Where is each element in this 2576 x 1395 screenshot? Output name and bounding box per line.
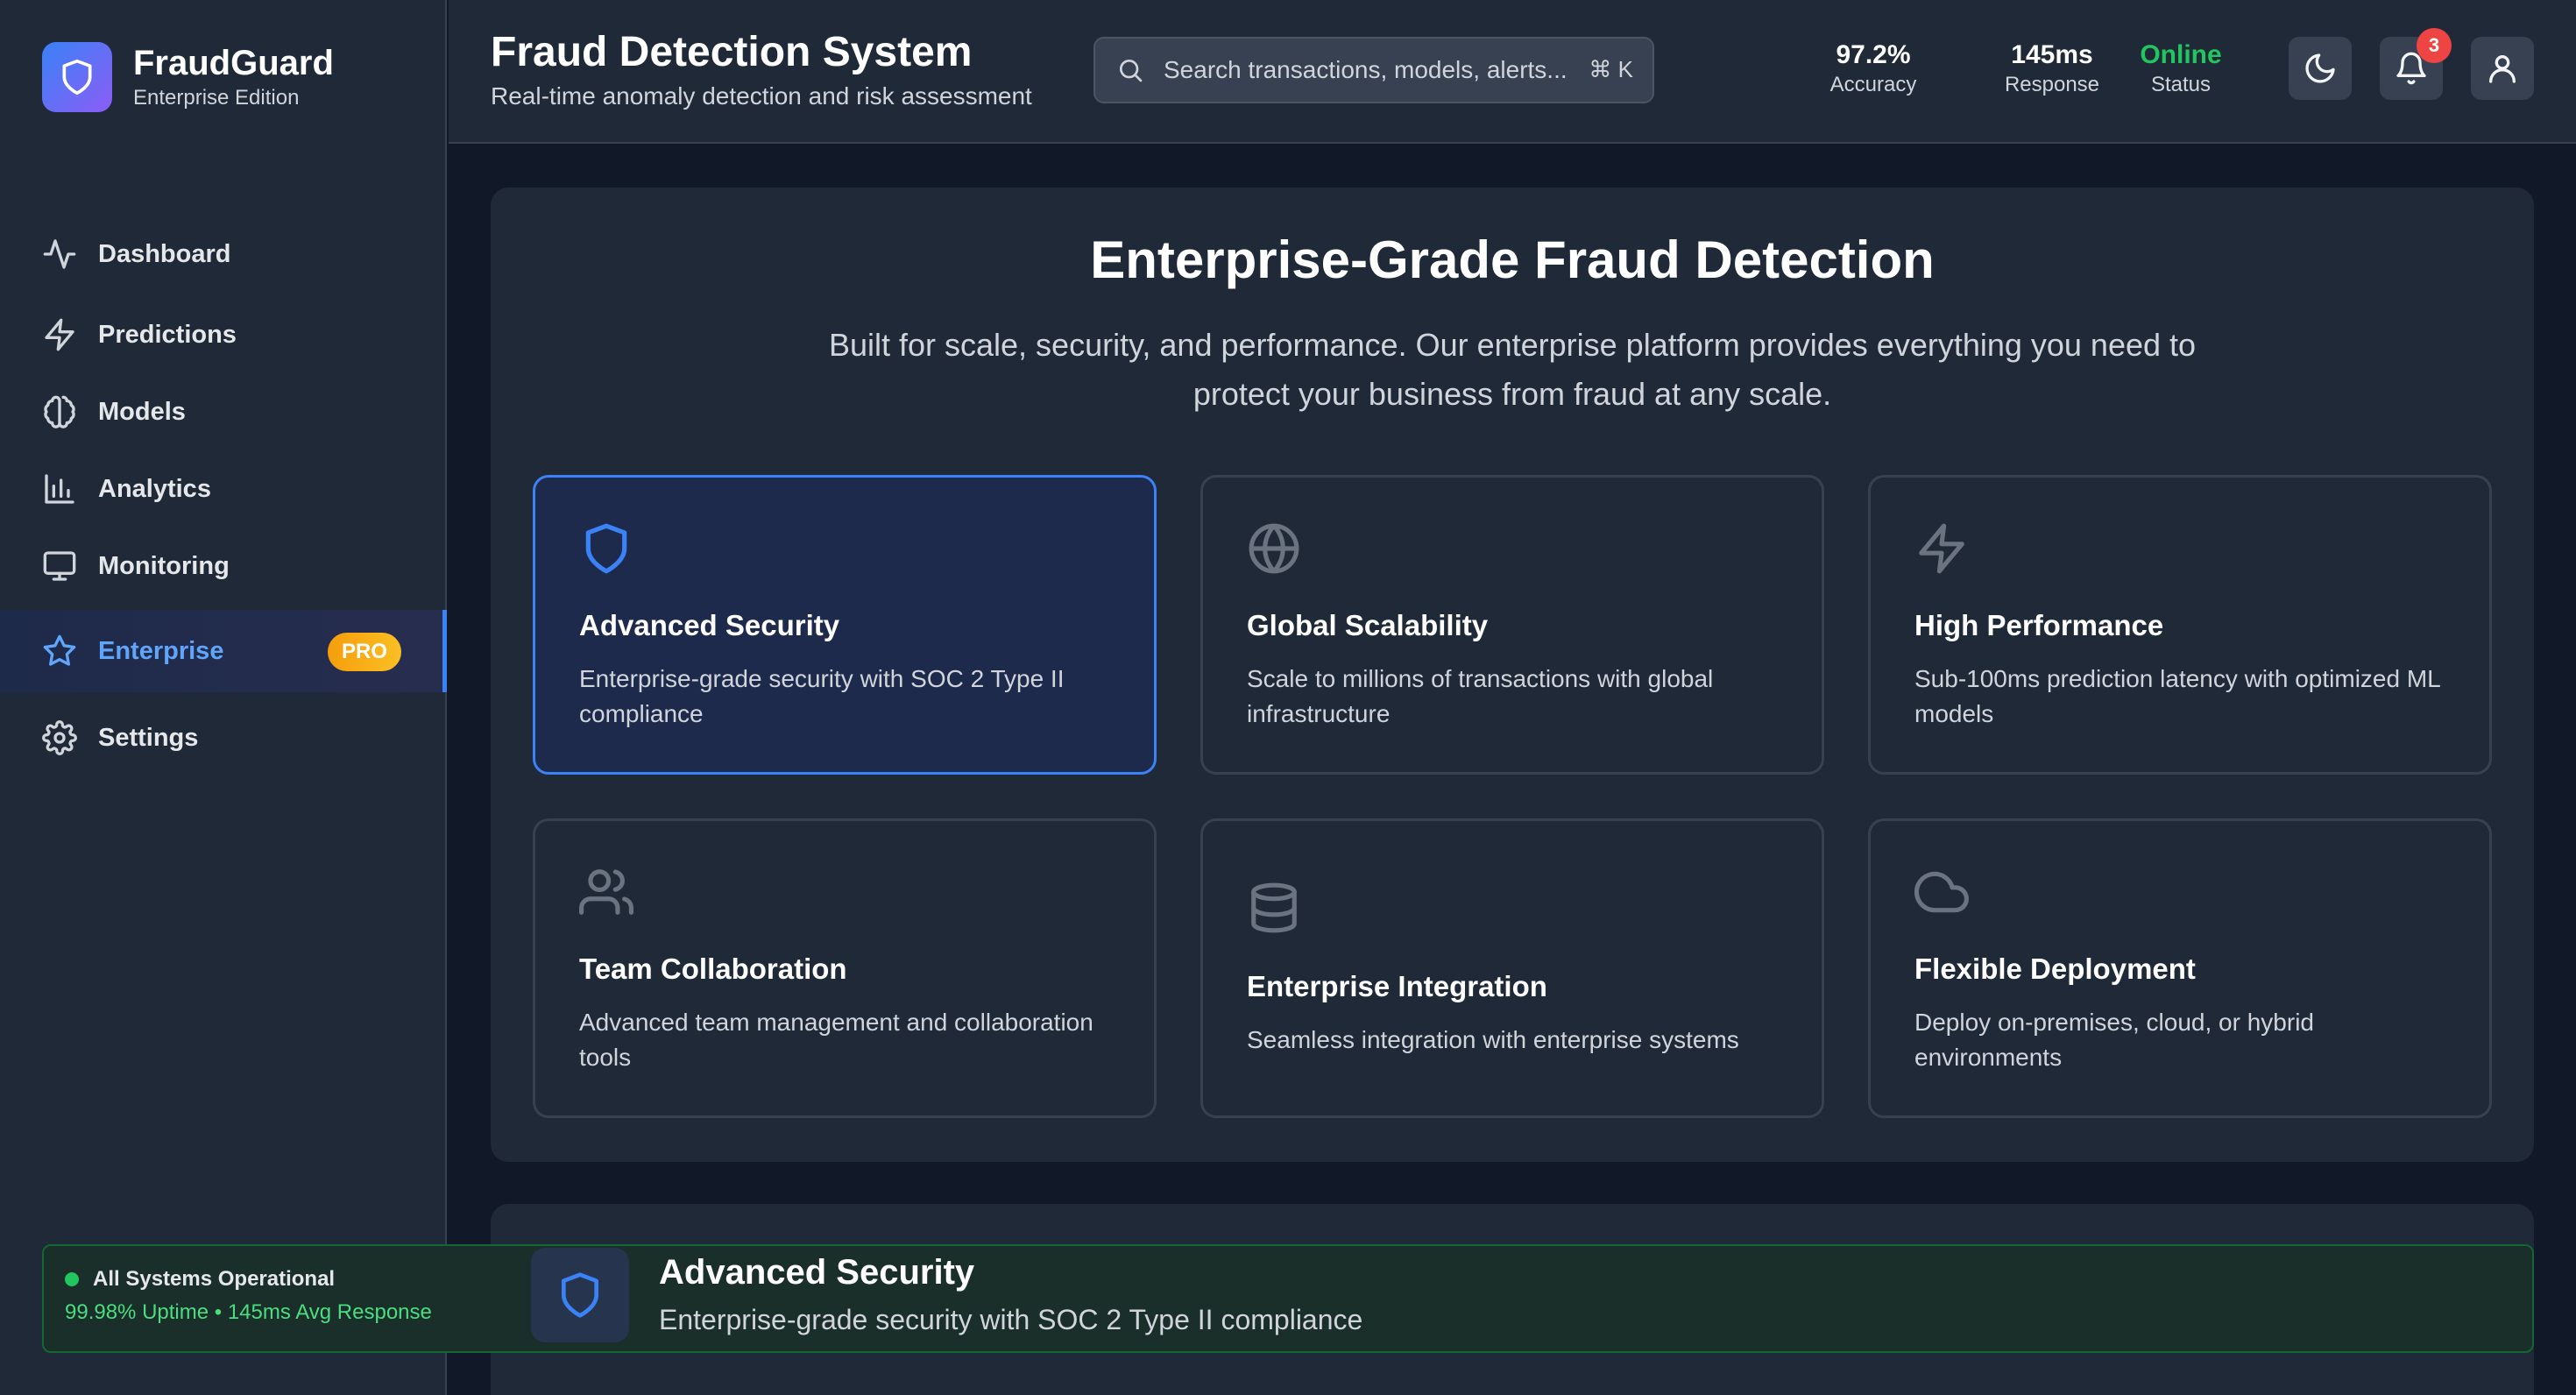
status-detail: 99.98% Uptime • 145ms Avg Response <box>65 1300 432 1324</box>
pro-badge: PRO <box>328 633 401 671</box>
feature-description: Seamless integration with enterprise sys… <box>1247 1026 1739 1053</box>
gear-icon <box>42 720 77 755</box>
search-box[interactable]: ⌘ K <box>1093 37 1654 103</box>
feature-description: Deploy on-premises, cloud, or hybrid env… <box>1914 1009 2314 1071</box>
cloud-icon <box>1914 865 1969 919</box>
feature-description: Scale to millions of transactions with g… <box>1247 665 1714 727</box>
zap-icon <box>1914 521 1969 576</box>
shield-icon <box>579 521 633 576</box>
metric-label: Response <box>2004 73 2100 96</box>
feature-description: Advanced team management and collaborati… <box>579 1009 1093 1071</box>
status-title: All Systems Operational <box>93 1267 336 1291</box>
sidebar-item-label: Analytics <box>98 474 211 503</box>
database-icon <box>1247 881 1301 935</box>
metric-label: Status <box>2150 73 2212 96</box>
monitor-icon <box>42 549 77 584</box>
feature-card-advanced-security[interactable]: Advanced Security Enterprise-grade secur… <box>533 475 1157 775</box>
user-profile-button[interactable] <box>2471 37 2534 100</box>
feature-card-high-performance[interactable]: High Performance Sub-100ms prediction la… <box>1868 475 2492 775</box>
sidebar-item-settings[interactable]: Settings <box>0 696 447 780</box>
moon-icon <box>2303 51 2338 86</box>
sidebar-item-label: Predictions <box>98 320 237 349</box>
detail-subtitle: Enterprise-grade security with SOC 2 Typ… <box>659 1304 1363 1335</box>
notification-count-badge: 3 <box>2417 28 2452 63</box>
sidebar-item-models[interactable]: Models <box>0 373 447 450</box>
brand-name: FraudGuard <box>133 44 334 82</box>
zap-icon <box>42 317 77 352</box>
sidebar-item-label: Models <box>98 397 186 426</box>
search-input[interactable] <box>1164 56 1575 84</box>
metric-label: Accuracy <box>1829 73 1917 96</box>
feature-title: Enterprise Integration <box>1247 970 1547 1002</box>
sidebar-item-label: Monitoring <box>98 551 230 580</box>
sidebar-item-analytics[interactable]: Analytics <box>0 450 447 528</box>
feature-card-flexible-deployment[interactable]: Flexible Deployment Deploy on-premises, … <box>1868 818 2492 1118</box>
brand-edition: Enterprise Edition <box>133 86 300 110</box>
sidebar-item-monitoring[interactable]: Monitoring <box>0 528 447 605</box>
globe-icon <box>1247 521 1301 576</box>
activity-icon <box>42 237 77 272</box>
brain-icon <box>42 394 77 429</box>
status-dot-icon <box>65 1272 79 1286</box>
detail-title: Advanced Security <box>659 1253 975 1292</box>
section-subtitle: Built for scale, security, and performan… <box>828 327 2197 412</box>
feature-title: Team Collaboration <box>579 952 847 985</box>
brand[interactable]: FraudGuard Enterprise Edition <box>42 42 334 112</box>
feature-title: Advanced Security <box>579 609 840 641</box>
enterprise-features-panel: Enterprise-Grade Fraud Detection Built f… <box>491 188 2534 1162</box>
top-header: Fraud Detection System Real-time anomaly… <box>449 0 2576 144</box>
feature-description: Sub-100ms prediction latency with optimi… <box>1914 665 2440 727</box>
section-title: Enterprise-Grade Fraud Detection <box>1090 230 1935 289</box>
metric-accuracy: 97.2% Accuracy <box>1830 39 1917 98</box>
metric-status: Online Status <box>2140 39 2221 98</box>
feature-card-global-scalability[interactable]: Global Scalability Scale to millions of … <box>1200 475 1824 775</box>
page-subtitle: Real-time anomaly detection and risk ass… <box>491 82 1032 110</box>
search-shortcut: ⌘ K <box>1589 56 1633 82</box>
bar-chart-icon <box>42 471 77 506</box>
feature-title: Global Scalability <box>1247 609 1489 641</box>
page-title: Fraud Detection System <box>491 29 973 75</box>
system-status-banner: All Systems Operational 99.98% Uptime • … <box>42 1244 2534 1353</box>
users-icon <box>579 865 633 919</box>
user-icon <box>2485 51 2520 86</box>
metric-value: 97.2% <box>1836 40 1911 69</box>
sidebar-item-dashboard[interactable]: Dashboard <box>0 212 447 296</box>
sidebar-item-label: Settings <box>98 723 199 752</box>
feature-description: Enterprise-grade security with SOC 2 Typ… <box>579 665 1065 727</box>
feature-title: Flexible Deployment <box>1914 952 2196 985</box>
shield-icon <box>531 1248 629 1342</box>
sidebar-item-enterprise[interactable]: Enterprise PRO <box>0 610 447 692</box>
theme-toggle-button[interactable] <box>2289 37 2352 100</box>
feature-card-enterprise-integration[interactable]: Enterprise Integration Seamless integrat… <box>1200 818 1824 1118</box>
sidebar-item-label: Dashboard <box>98 239 231 268</box>
sidebar-item-predictions[interactable]: Predictions <box>0 296 447 373</box>
metric-response: 145ms Response <box>2005 39 2099 98</box>
sidebar-item-label: Enterprise <box>98 636 224 665</box>
notifications-button[interactable]: 3 <box>2380 28 2452 100</box>
feature-title: High Performance <box>1914 609 2164 641</box>
shield-logo-icon <box>42 42 112 112</box>
metric-value: Online <box>2140 40 2222 69</box>
metric-value: 145ms <box>2011 40 2093 69</box>
search-icon <box>1116 56 1144 84</box>
feature-card-team-collaboration[interactable]: Team Collaboration Advanced team managem… <box>533 818 1157 1118</box>
star-icon <box>42 634 77 669</box>
sidebar-nav: Dashboard Predictions Models Analytics M… <box>0 212 447 780</box>
sidebar: FraudGuard Enterprise Edition Dashboard … <box>0 0 447 1395</box>
